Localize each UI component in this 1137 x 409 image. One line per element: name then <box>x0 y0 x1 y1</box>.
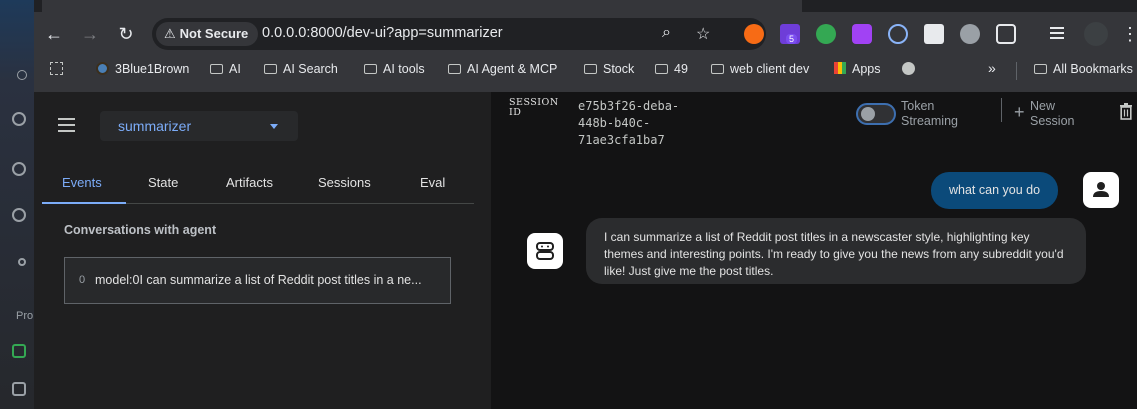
chevron-down-icon <box>270 124 278 129</box>
openai-icon <box>12 162 26 176</box>
bookmark-3blue1brown[interactable]: 3Blue1Brown <box>96 62 189 76</box>
forward-icon[interactable]: → <box>80 24 100 44</box>
back-icon[interactable]: ← <box>44 24 64 44</box>
apps-launcher-icon[interactable] <box>50 62 63 78</box>
extension-react-icon[interactable] <box>888 24 908 44</box>
address-bar[interactable]: ⚠ Not Secure 0.0.0.0:8000/dev-ui?app=summ… <box>152 18 766 50</box>
folder-icon <box>448 64 461 74</box>
conversations-heading: Conversations with agent <box>64 223 217 237</box>
bookmark-ai-search[interactable]: AI Search <box>264 62 338 76</box>
extension-grey-icon[interactable] <box>960 24 980 44</box>
bookmark-ai-tools[interactable]: AI tools <box>364 62 425 76</box>
menu-icon[interactable] <box>58 118 75 132</box>
session-id-value: e75b3f26-deba-448b-b40c- 71ae3cfa1ba7 <box>578 99 680 147</box>
extension-orange-icon[interactable] <box>744 24 764 44</box>
bookmarks-divider <box>1016 62 1017 80</box>
bot-avatar <box>527 233 563 269</box>
app-selector-value: summarizer <box>118 118 192 134</box>
folder-icon <box>711 64 724 74</box>
person-icon <box>1093 182 1109 197</box>
tab-eval[interactable]: Eval <box>420 175 445 190</box>
tab-events[interactable]: Events <box>62 175 102 190</box>
extension-green-icon[interactable] <box>816 24 836 44</box>
chat-panel: SESSION ID e75b3f26-deba-448b-b40c- 71ae… <box>491 92 1137 409</box>
bookmark-all-bookmarks[interactable]: All Bookmarks <box>1034 62 1133 76</box>
tab-state[interactable]: State <box>148 175 178 190</box>
event-text: model:0I can summarize a list of Reddit … <box>95 273 422 287</box>
security-chip[interactable]: ⚠ Not Secure <box>156 22 259 46</box>
url-text[interactable]: 0.0.0.0:8000/dev-ui?app=summarizer <box>262 25 503 41</box>
folder-icon <box>264 64 277 74</box>
apps-grid-icon <box>834 62 846 74</box>
search-icon <box>12 112 26 126</box>
extension-purple-icon[interactable]: 5 <box>780 24 800 44</box>
tab-strip <box>34 0 1137 12</box>
profile-avatar-icon[interactable] <box>1084 22 1108 46</box>
extensions-puzzle-icon[interactable] <box>996 24 1016 44</box>
header-divider <box>1001 98 1002 122</box>
event-index: 0 <box>79 274 86 286</box>
desktop-sidebar-label: Pro <box>16 310 34 322</box>
folder-icon <box>584 64 597 74</box>
settings-icon <box>18 258 26 266</box>
session-id-label: SESSION ID <box>509 97 559 118</box>
bookmark-stock[interactable]: Stock <box>584 62 634 76</box>
app-selector[interactable]: summarizer <box>100 111 298 141</box>
desktop-background: Pro <box>0 0 34 409</box>
avatar-icon <box>12 208 26 222</box>
event-list-item[interactable]: 0 model:0I can summarize a list of Reddi… <box>64 257 451 304</box>
tab-sessions[interactable]: Sessions <box>318 175 371 190</box>
active-tab-indicator <box>42 202 126 204</box>
user-message-bubble: what can you do <box>931 172 1059 209</box>
bookmarks-overflow[interactable]: » <box>988 60 996 76</box>
browser-toolbar: ← → ↻ ⚠ Not Secure 0.0.0.0:8000/dev-ui?ap… <box>34 0 1137 92</box>
zoom-icon[interactable]: ⌕ <box>662 24 671 42</box>
extension-chat-icon[interactable] <box>852 24 872 44</box>
folder-icon <box>1034 64 1047 74</box>
bookmarks-bar: 3Blue1Brown AI AI Search AI tools AI Age… <box>34 58 1137 84</box>
dev-ui-app: summarizer Events State Artifacts Sessio… <box>34 92 1137 409</box>
bookmark-ai[interactable]: AI <box>210 62 241 76</box>
folder-icon <box>210 64 223 74</box>
record-icon <box>17 70 27 80</box>
token-streaming-toggle[interactable] <box>856 103 896 125</box>
delete-session-icon[interactable] <box>1119 102 1133 120</box>
folder-icon <box>655 64 668 74</box>
robot-icon <box>536 242 554 260</box>
extension-badge: 5 <box>786 34 798 44</box>
bookmark-star-icon[interactable]: ☆ <box>696 24 710 44</box>
toggle-knob <box>861 107 875 121</box>
tab-artifacts[interactable]: Artifacts <box>226 175 273 190</box>
token-streaming-label: Token Streaming <box>901 99 958 128</box>
warning-icon: ⚠ <box>164 26 176 41</box>
user-avatar <box>1083 172 1119 208</box>
bookmark-apps[interactable]: Apps <box>834 62 881 76</box>
db-icon <box>12 382 26 396</box>
plus-icon: + <box>1014 102 1025 122</box>
bot-message-bubble: I can summarize a list of Reddit post ti… <box>586 218 1086 284</box>
bookmark-ai-agent-mcp[interactable]: AI Agent & MCP <box>448 62 557 76</box>
reload-icon[interactable]: ↻ <box>116 24 136 44</box>
globe-icon[interactable] <box>902 62 915 78</box>
browser-window: ← → ↻ ⚠ Not Secure 0.0.0.0:8000/dev-ui?ap… <box>34 0 1137 409</box>
folder-icon <box>364 64 377 74</box>
media-queue-icon[interactable] <box>1048 24 1068 44</box>
bookmark-web-client-dev[interactable]: web client dev <box>711 62 809 76</box>
side-panel-tabs: Events State Artifacts Sessions Eval <box>42 166 474 204</box>
extension-white-icon[interactable] <box>924 24 944 44</box>
green-app-icon <box>12 344 26 358</box>
bookmark-49[interactable]: 49 <box>655 62 688 76</box>
menu-kebab-icon[interactable]: ⋮ <box>1120 24 1137 44</box>
side-panel: summarizer Events State Artifacts Sessio… <box>34 92 491 409</box>
active-tab[interactable] <box>42 0 802 12</box>
3blue1brown-icon <box>96 62 109 75</box>
